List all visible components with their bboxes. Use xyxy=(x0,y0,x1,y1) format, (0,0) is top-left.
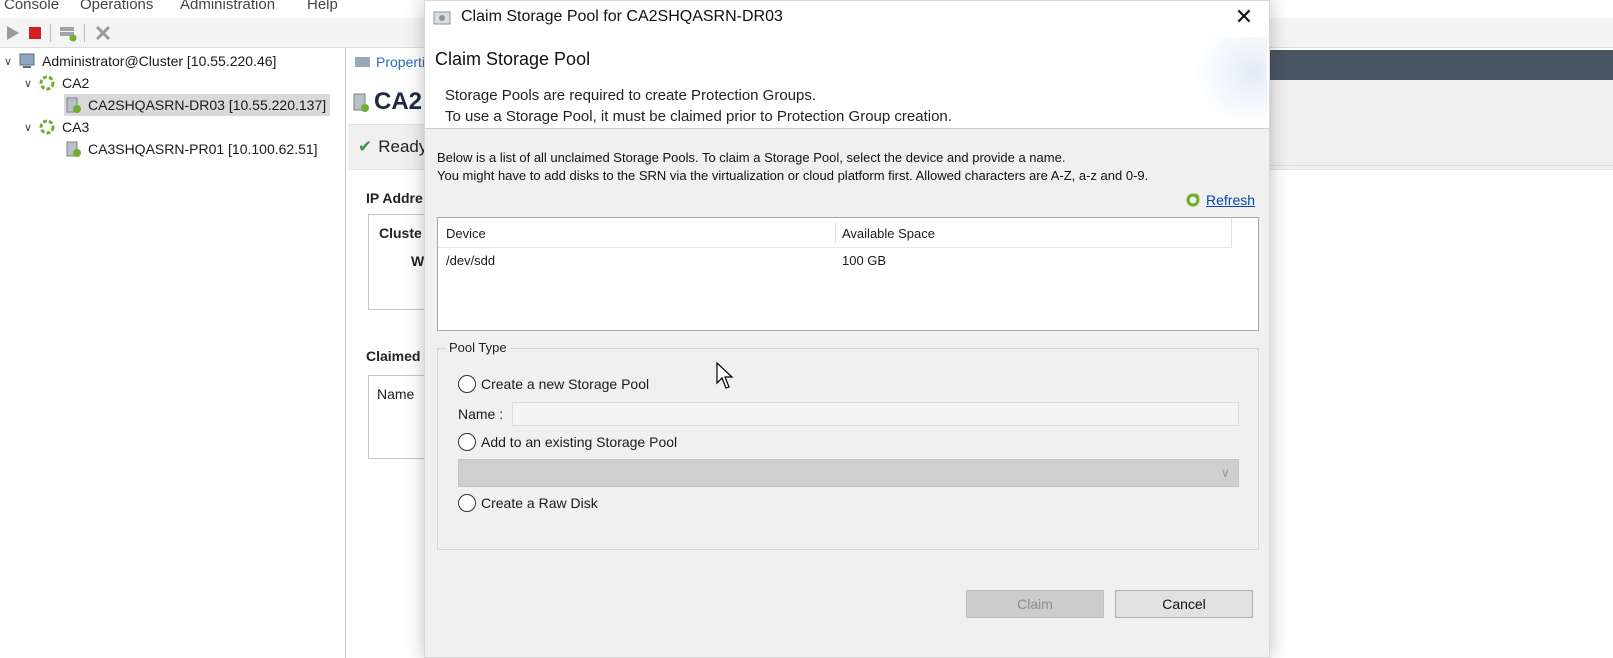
dialog-header-description: Storage Pools are required to create Pro… xyxy=(445,85,952,127)
radio-label: Create a new Storage Pool xyxy=(481,376,650,392)
radio-add-existing-pool[interactable]: Add to an existing Storage Pool xyxy=(458,433,677,451)
unclaimed-devices-table: Device Available Space /dev/sdd 100 GB xyxy=(437,217,1259,331)
table-header: Device Available Space xyxy=(438,218,1232,248)
refresh-link[interactable]: Refresh xyxy=(1185,192,1255,208)
chevron-down-icon[interactable]: ∨ xyxy=(1220,465,1230,481)
tree-item-ca3shqasrn-pr01[interactable]: CA3SHQASRN-PR01 [10.100.62.51] xyxy=(64,138,318,160)
dialog-header: Claim Storage Pool Storage Pools are req… xyxy=(425,35,1269,129)
instruction-line-1: Below is a list of all unclaimed Storage… xyxy=(437,150,1066,165)
instruction-line-2: You might have to add disks to the SRN v… xyxy=(437,168,1149,183)
cluster-tree: ∨ Administrator@Cluster [10.55.220.46] ∨… xyxy=(0,48,346,658)
server-icon xyxy=(64,140,82,158)
cell-available-space: 100 GB xyxy=(842,253,887,268)
claimed-label: Claimed xyxy=(366,348,421,364)
tree-group-ca3[interactable]: ∨ CA3 xyxy=(24,116,89,138)
column-available-space[interactable]: Available Space xyxy=(842,226,935,241)
chevron-down-icon[interactable]: ∨ xyxy=(4,55,18,68)
menu-administration[interactable]: Administration xyxy=(180,0,275,13)
right-strip xyxy=(1270,80,1613,166)
status-text: Ready xyxy=(378,137,428,156)
cell-device: /dev/sdd xyxy=(446,253,496,268)
pool-type-group: Pool Type Create a new Storage Pool Name… xyxy=(437,340,1259,550)
stop-icon[interactable] xyxy=(26,24,44,42)
server-icon xyxy=(64,96,82,114)
page-title: CA2 xyxy=(352,88,422,116)
name-column-header: Name xyxy=(377,386,415,402)
toolbar-divider xyxy=(84,24,85,42)
mouse-cursor-icon xyxy=(716,361,736,390)
menu-help[interactable]: Help xyxy=(307,0,338,13)
tree-root-label: Administrator@Cluster [10.55.220.46] xyxy=(42,53,277,69)
radio-create-raw-disk[interactable]: Create a Raw Disk xyxy=(458,494,598,512)
tree-group-label: CA2 xyxy=(62,75,90,91)
tree-item-ca2shqasrn-dr03[interactable]: CA2SHQASRN-DR03 [10.55.220.137] xyxy=(64,94,331,116)
cluster-label: Cluste xyxy=(379,225,422,241)
dialog-window-title: Claim Storage Pool for CA2SHQASRN-DR03 xyxy=(461,8,783,25)
radio-label: Create a Raw Disk xyxy=(481,495,598,511)
w-label: W xyxy=(411,253,425,269)
ip-address-label: IP Addre xyxy=(366,190,423,206)
column-device[interactable]: Device xyxy=(446,226,486,241)
dialog-titlebar[interactable]: Claim Storage Pool for CA2SHQASRN-DR03 ✕ xyxy=(425,1,1269,35)
pool-type-legend: Pool Type xyxy=(446,340,510,355)
header-line-2: To use a Storage Pool, it must be claime… xyxy=(445,108,952,125)
column-divider xyxy=(835,222,836,244)
cancel-button[interactable]: Cancel xyxy=(1115,590,1253,618)
header-line-1: Storage Pools are required to create Pro… xyxy=(445,87,817,104)
site-icon xyxy=(38,118,56,136)
header-decoration xyxy=(1197,37,1267,125)
radio-button[interactable] xyxy=(458,494,476,512)
app-icon xyxy=(433,10,451,26)
status-ready: ✔ Ready xyxy=(358,137,427,157)
menu-console[interactable]: Console xyxy=(4,0,59,13)
tools-icon[interactable] xyxy=(94,24,112,42)
tree-root[interactable]: ∨ Administrator@Cluster [10.55.220.46] xyxy=(4,50,276,72)
toolbar-divider xyxy=(50,24,51,42)
radio-create-new-pool[interactable]: Create a new Storage Pool xyxy=(458,375,649,393)
tree-item-label: CA3SHQASRN-PR01 [10.100.62.51] xyxy=(88,141,318,157)
table-row[interactable]: /dev/sdd 100 GB xyxy=(438,250,1232,272)
radio-label: Add to an existing Storage Pool xyxy=(481,434,678,450)
refresh-link-label[interactable]: Refresh xyxy=(1206,192,1255,208)
checkmark-icon: ✔ xyxy=(358,137,373,156)
column-divider xyxy=(1231,218,1232,248)
dialog-header-title: Claim Storage Pool xyxy=(435,49,591,69)
existing-pool-select[interactable]: ∨ xyxy=(458,459,1239,487)
pool-name-label: Name : xyxy=(458,406,504,422)
right-dark-bar xyxy=(1270,50,1613,80)
site-icon xyxy=(38,74,56,92)
instructions: Below is a list of all unclaimed Storage… xyxy=(437,149,1148,185)
server-icon xyxy=(353,93,369,112)
tree-group-label: CA3 xyxy=(62,119,90,135)
page-title-text: CA2 xyxy=(374,88,423,115)
refresh-icon[interactable] xyxy=(1185,192,1201,208)
pool-name-input[interactable] xyxy=(512,402,1239,426)
chevron-down-icon[interactable]: ∨ xyxy=(24,121,38,134)
play-icon[interactable] xyxy=(4,24,22,42)
properties-icon xyxy=(355,57,370,67)
cluster-icon xyxy=(18,52,36,70)
radio-button[interactable] xyxy=(458,433,476,451)
radio-button[interactable] xyxy=(458,375,476,393)
chevron-down-icon[interactable]: ∨ xyxy=(24,77,38,90)
tree-group-ca2[interactable]: ∨ CA2 xyxy=(24,72,89,94)
close-icon[interactable]: ✕ xyxy=(1231,4,1257,30)
tree-item-label: CA2SHQASRN-DR03 [10.55.220.137] xyxy=(88,97,327,113)
server-add-icon[interactable] xyxy=(58,24,77,42)
claim-button[interactable]: Claim xyxy=(966,590,1104,618)
claim-storage-pool-dialog: Claim Storage Pool for CA2SHQASRN-DR03 ✕… xyxy=(424,0,1270,658)
menu-operations[interactable]: Operations xyxy=(80,0,153,13)
